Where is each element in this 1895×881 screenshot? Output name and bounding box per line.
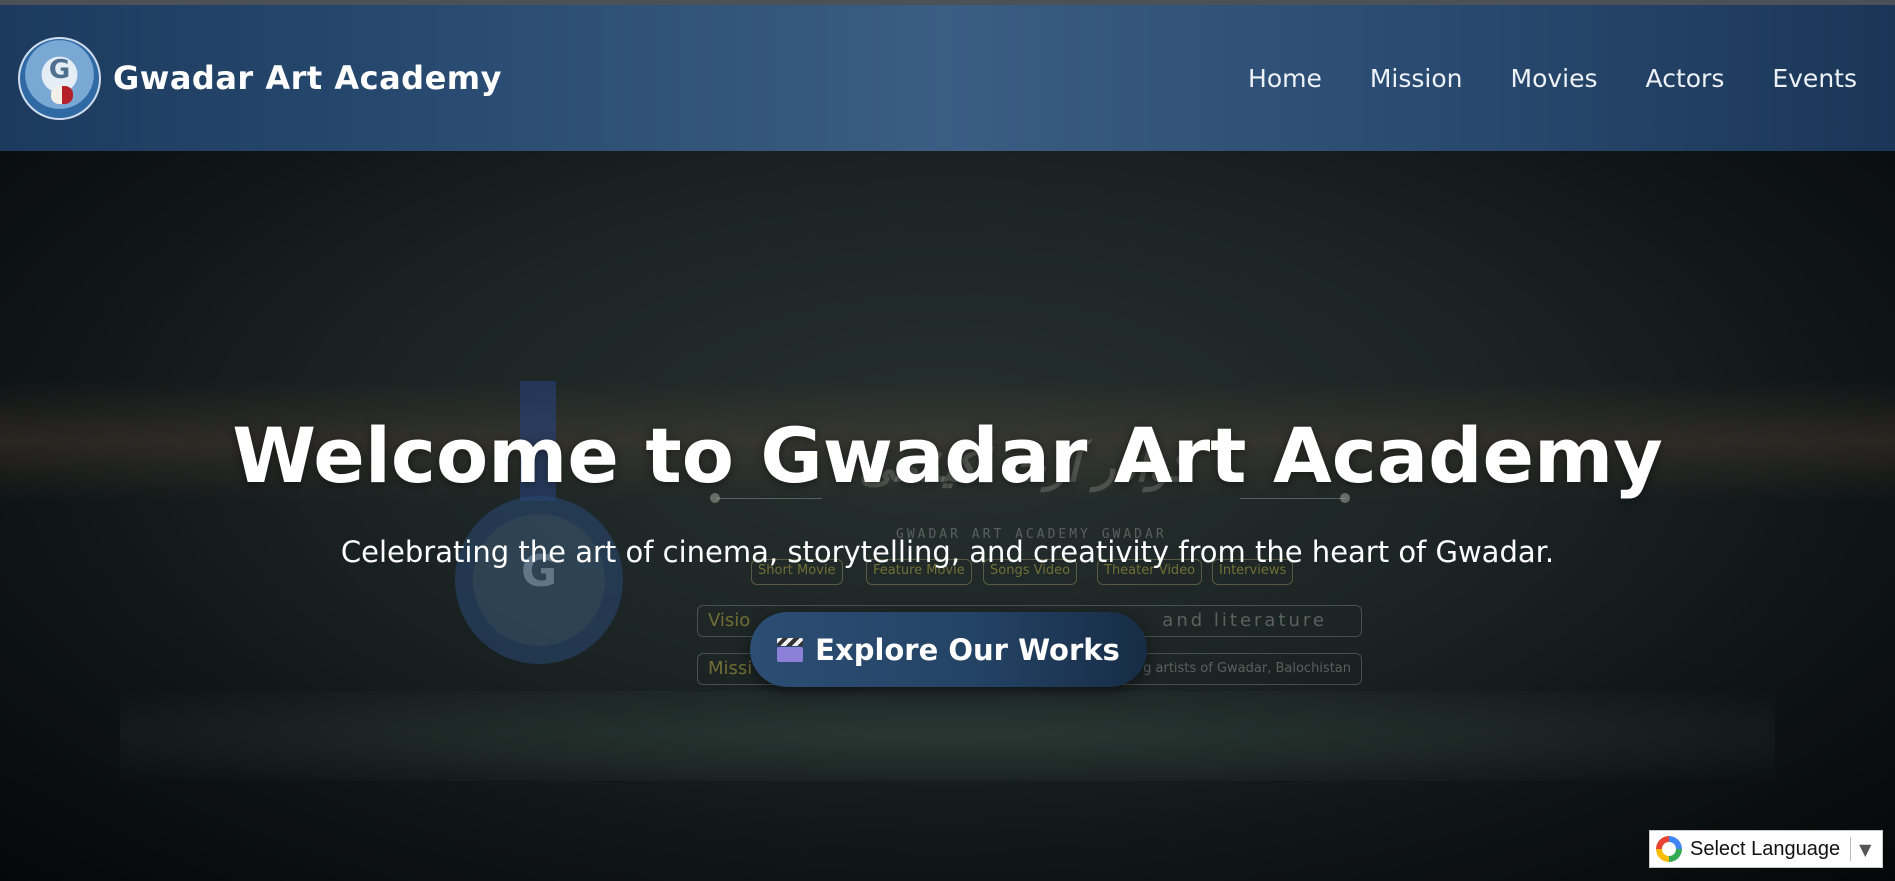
site-header: G Gwadar Art Academy Home Mission Movies… <box>0 5 1895 151</box>
hero-section: G گوادر آرٹ اکیڈمی GWADAR ART ACADEMY GW… <box>0 151 1895 881</box>
explore-works-button[interactable]: Explore Our Works <box>750 612 1147 687</box>
clapperboard-icon <box>777 637 804 662</box>
nav-events[interactable]: Events <box>1772 64 1857 93</box>
nav-home[interactable]: Home <box>1248 64 1322 93</box>
language-selector[interactable]: Select Language ▼ <box>1649 830 1883 868</box>
explore-works-label: Explore Our Works <box>815 632 1120 667</box>
language-selector-label: Select Language <box>1690 837 1841 860</box>
dropdown-arrow-icon[interactable]: ▼ <box>1859 840 1871 859</box>
brand[interactable]: G Gwadar Art Academy <box>18 36 502 120</box>
nav-movies[interactable]: Movies <box>1511 64 1598 93</box>
nav-mission[interactable]: Mission <box>1370 64 1463 93</box>
hero-subtitle: Celebrating the art of cinema, storytell… <box>340 535 1555 569</box>
hero-title: Welcome to Gwadar Art Academy <box>232 411 1663 500</box>
google-icon <box>1656 836 1682 862</box>
brand-name[interactable]: Gwadar Art Academy <box>113 59 502 97</box>
divider <box>1850 837 1852 861</box>
nav-actors[interactable]: Actors <box>1646 64 1725 93</box>
hero-content: Welcome to Gwadar Art Academy Celebratin… <box>0 151 1895 881</box>
main-nav: Home Mission Movies Actors Events <box>1248 64 1857 93</box>
academy-logo[interactable]: G <box>18 36 101 120</box>
